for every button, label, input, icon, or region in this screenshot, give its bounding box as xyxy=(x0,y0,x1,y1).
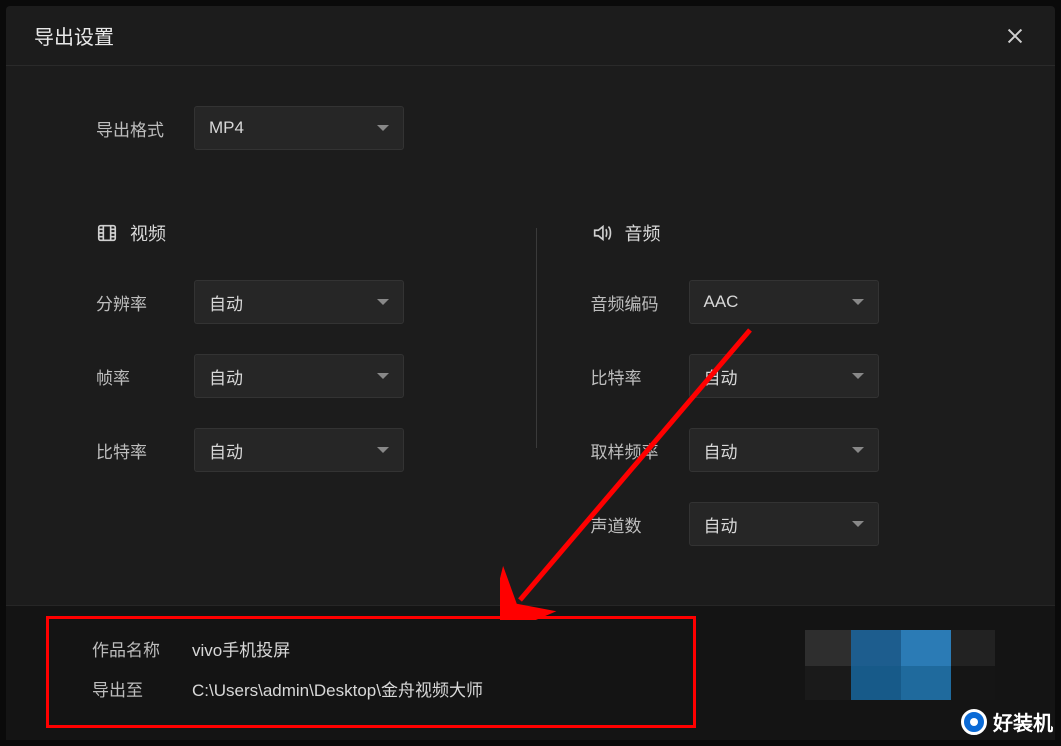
export-format-row: 导出格式 MP4 xyxy=(96,106,995,150)
dialog-title: 导出设置 xyxy=(34,21,114,50)
audio-codec-select[interactable]: AAC xyxy=(689,280,879,324)
video-bitrate-label: 比特率 xyxy=(96,438,166,463)
audio-bitrate-select[interactable]: 自动 xyxy=(689,354,879,398)
export-format-select[interactable]: MP4 xyxy=(194,106,404,150)
watermark-text: 好装机 xyxy=(993,707,1053,736)
watermark-logo-icon xyxy=(961,709,987,735)
chevron-down-icon xyxy=(377,447,389,453)
audio-column: 音频 音频编码 AAC 比特率 自动 取样 xyxy=(501,220,996,576)
chevron-down-icon xyxy=(852,521,864,527)
framerate-label: 帧率 xyxy=(96,364,166,389)
video-bitrate-select[interactable]: 自动 xyxy=(194,428,404,472)
samplerate-row: 取样频率 自动 xyxy=(591,428,996,472)
video-bitrate-row: 比特率 自动 xyxy=(96,428,501,472)
film-icon xyxy=(96,222,118,244)
video-section-head: 视频 xyxy=(96,220,501,246)
close-button[interactable] xyxy=(999,20,1031,52)
samplerate-value: 自动 xyxy=(704,438,738,463)
audio-bitrate-row: 比特率 自动 xyxy=(591,354,996,398)
chevron-down-icon xyxy=(852,373,864,379)
audio-section-head: 音频 xyxy=(591,220,996,246)
chevron-down-icon xyxy=(852,299,864,305)
project-name-label: 作品名称 xyxy=(92,636,192,661)
framerate-row: 帧率 自动 xyxy=(96,354,501,398)
video-heading: 视频 xyxy=(130,220,166,246)
chevron-down-icon xyxy=(377,299,389,305)
column-divider xyxy=(536,228,537,448)
resolution-value: 自动 xyxy=(209,290,243,315)
dialog-footer: 作品名称 vivo手机投屏 导出至 C:\Users\admin\Desktop… xyxy=(6,605,1055,740)
speaker-icon xyxy=(591,222,613,244)
watermark: 好装机 xyxy=(961,707,1053,736)
resolution-row: 分辨率 自动 xyxy=(96,280,501,324)
chevron-down-icon xyxy=(377,125,389,131)
resolution-label: 分辨率 xyxy=(96,290,166,315)
audio-codec-label: 音频编码 xyxy=(591,290,661,315)
dialog-header: 导出设置 xyxy=(6,6,1055,66)
framerate-select[interactable]: 自动 xyxy=(194,354,404,398)
audio-codec-row: 音频编码 AAC xyxy=(591,280,996,324)
video-column: 视频 分辨率 自动 帧率 自动 比特率 xyxy=(96,220,501,576)
chevron-down-icon xyxy=(852,447,864,453)
export-format-value: MP4 xyxy=(209,118,244,138)
audio-bitrate-value: 自动 xyxy=(704,364,738,389)
samplerate-select[interactable]: 自动 xyxy=(689,428,879,472)
export-format-label: 导出格式 xyxy=(96,116,166,141)
channels-label: 声道数 xyxy=(591,512,661,537)
channels-value: 自动 xyxy=(704,512,738,537)
chevron-down-icon xyxy=(377,373,389,379)
export-settings-dialog: 导出设置 导出格式 MP4 视频 xyxy=(6,6,1055,740)
channels-select[interactable]: 自动 xyxy=(689,502,879,546)
audio-bitrate-label: 比特率 xyxy=(591,364,661,389)
video-bitrate-value: 自动 xyxy=(209,438,243,463)
samplerate-label: 取样频率 xyxy=(591,438,661,463)
audio-heading: 音频 xyxy=(625,220,661,246)
close-icon xyxy=(1004,25,1026,47)
settings-columns: 视频 分辨率 自动 帧率 自动 比特率 xyxy=(96,220,995,576)
channels-row: 声道数 自动 xyxy=(591,502,996,546)
framerate-value: 自动 xyxy=(209,364,243,389)
export-path-label: 导出至 xyxy=(92,676,192,701)
obscured-button-area xyxy=(805,630,995,700)
dialog-body: 导出格式 MP4 视频 分辨率 自动 xyxy=(6,66,1055,605)
audio-codec-value: AAC xyxy=(704,292,739,312)
resolution-select[interactable]: 自动 xyxy=(194,280,404,324)
